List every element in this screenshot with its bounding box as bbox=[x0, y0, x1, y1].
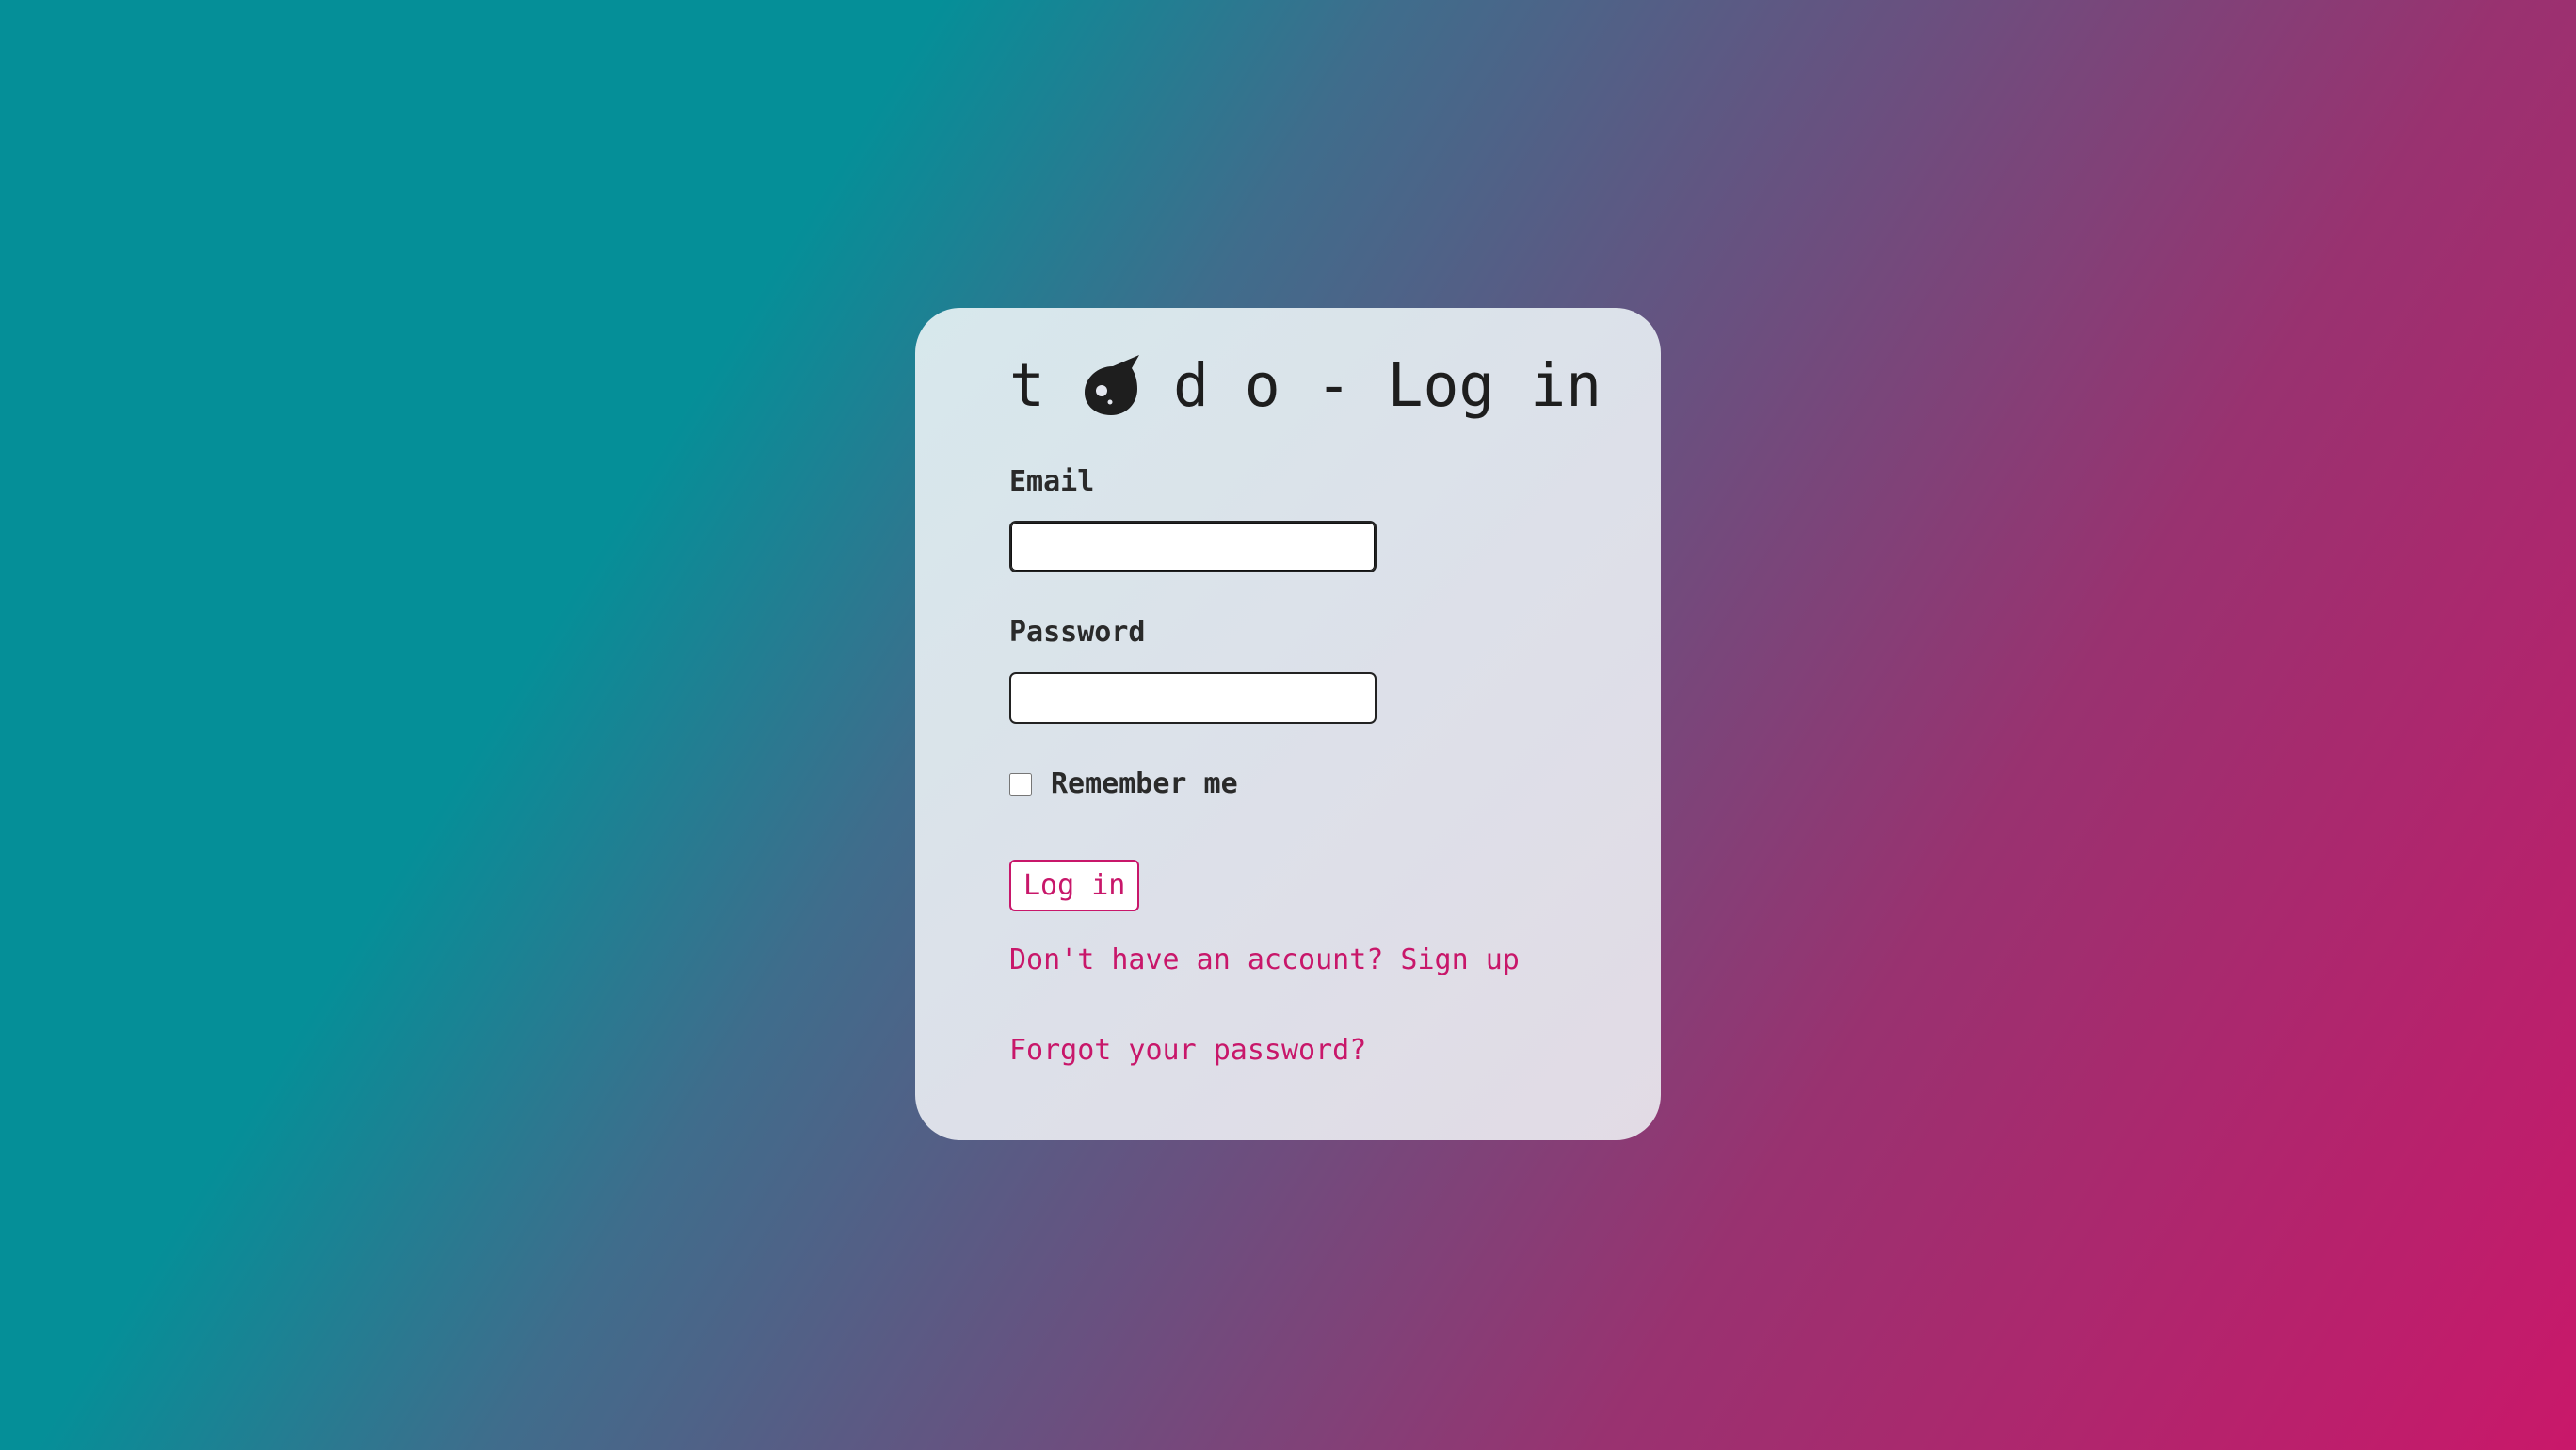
email-field[interactable] bbox=[1009, 521, 1377, 572]
email-label: Email bbox=[1009, 465, 1095, 498]
page-title: t d o - Log in bbox=[1009, 353, 1602, 417]
remember-me-option[interactable]: Remember me bbox=[1009, 767, 1238, 800]
login-card: t d o - Log in Email Password Remember m… bbox=[915, 308, 1661, 1140]
comet-logo-icon bbox=[1084, 355, 1139, 415]
password-field[interactable] bbox=[1009, 672, 1377, 724]
remember-me-label: Remember me bbox=[1051, 767, 1238, 800]
password-label: Password bbox=[1009, 616, 1146, 649]
title-prefix: t bbox=[1009, 350, 1045, 420]
remember-me-checkbox[interactable] bbox=[1009, 772, 1032, 796]
login-button[interactable]: Log in bbox=[1009, 860, 1140, 911]
title-suffix: d o - Log in bbox=[1172, 350, 1602, 420]
forgot-password-link[interactable]: Forgot your password? bbox=[1009, 1034, 1366, 1067]
signup-link[interactable]: Don't have an account? Sign up bbox=[1009, 943, 1520, 976]
